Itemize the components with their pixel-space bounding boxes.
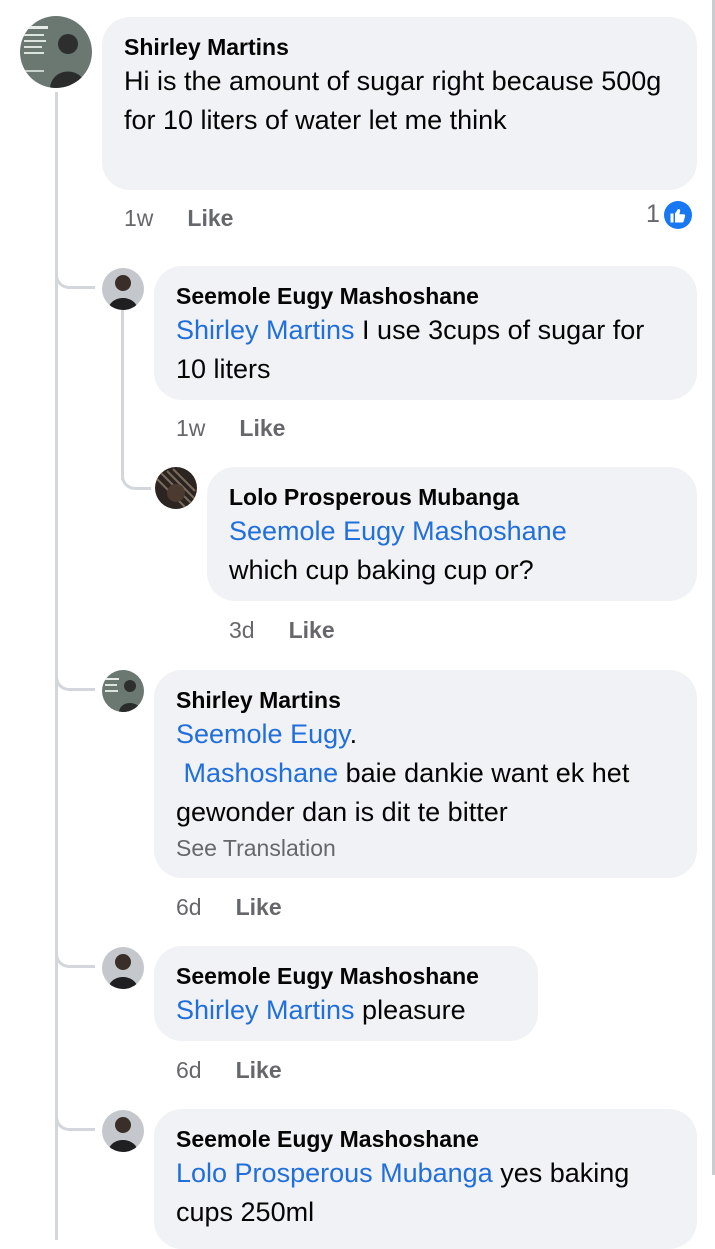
comment-author[interactable]: Lolo Prosperous Mubanga [229,482,675,512]
comment-time[interactable]: 6d [176,1057,202,1084]
comment-bubble[interactable]: Seemole Eugy Mashoshane Shirley Martins … [154,266,697,400]
mention-link[interactable]: Mashoshane [184,758,339,788]
comment-body: pleasure [354,995,466,1025]
comment-actions: 1w Like [124,205,233,232]
mention-punct: . [349,719,358,749]
comment-bubble[interactable]: Seemole Eugy Mashoshane Shirley Martins … [154,946,538,1041]
comment-text: Lolo Prosperous Mubanga yes baking cups … [176,1154,646,1232]
mention-link[interactable]: Lolo Prosperous Mubanga [176,1158,493,1188]
reply-connector [121,456,151,490]
comment-time[interactable]: 1w [176,415,205,442]
reply-connector [55,255,95,289]
thread-line-nested [121,310,124,480]
comment-text: Shirley Martins pleasure [176,991,516,1030]
reply-connector [55,934,95,968]
like-button[interactable]: Like [289,617,335,644]
comment-author[interactable]: Seemole Eugy Mashoshane [176,961,516,991]
mention-link[interactable]: Seemole Eugy Mashoshane [229,512,675,551]
avatar[interactable] [102,1110,144,1152]
comment-text: Shirley Martins I use 3cups of sugar for… [176,311,676,389]
reaction-summary[interactable]: 1 [646,200,692,229]
avatar[interactable] [155,467,197,509]
thumbs-up-icon [663,200,692,229]
comment-body: which cup baking cup or? [229,555,534,585]
mention-link[interactable]: Shirley Martins [176,995,355,1025]
like-button[interactable]: Like [239,415,285,442]
reply-connector [55,1097,95,1131]
avatar[interactable] [102,670,144,712]
comment-text: Seemole Eugy. Mashoshane baie dankie wan… [176,715,675,832]
comment-actions: 3d Like [229,617,335,644]
see-translation-link[interactable]: See Translation [176,832,675,864]
avatar[interactable] [102,268,144,310]
comment-time[interactable]: 6d [176,894,202,921]
reply-connector [55,657,95,691]
like-button[interactable]: Like [236,1057,282,1084]
comment-time[interactable]: 1w [124,205,153,232]
comment-author[interactable]: Shirley Martins [124,32,675,62]
avatar[interactable] [102,947,144,989]
comment-author[interactable]: Seemole Eugy Mashoshane [176,281,675,311]
comment-time[interactable]: 3d [229,617,255,644]
comment-bubble[interactable]: Shirley Martins Hi is the amount of suga… [102,17,697,190]
like-button[interactable]: Like [236,894,282,921]
mention-link[interactable]: Seemole Eugy [176,719,350,749]
comment-author[interactable]: Shirley Martins [176,685,675,715]
like-button[interactable]: Like [187,205,233,232]
comment-text: Hi is the amount of sugar right because … [124,66,662,135]
avatar[interactable] [20,16,92,88]
reaction-count: 1 [646,200,660,228]
comment-actions: 1w Like [176,415,285,442]
comment-author[interactable]: Seemole Eugy Mashoshane [176,1124,675,1154]
comment-text: Seemole Eugy Mashoshane which cup baking… [229,512,675,590]
comment-actions: 6d Like [176,894,282,921]
comment-bubble[interactable]: Shirley Martins Seemole Eugy. Mashoshane… [154,670,697,878]
mention-link[interactable]: Shirley Martins [176,315,355,345]
comment-bubble[interactable]: Seemole Eugy Mashoshane Lolo Prosperous … [154,1109,697,1249]
comment-bubble[interactable]: Lolo Prosperous Mubanga Seemole Eugy Mas… [207,467,697,601]
comment-actions: 6d Like [176,1057,282,1084]
